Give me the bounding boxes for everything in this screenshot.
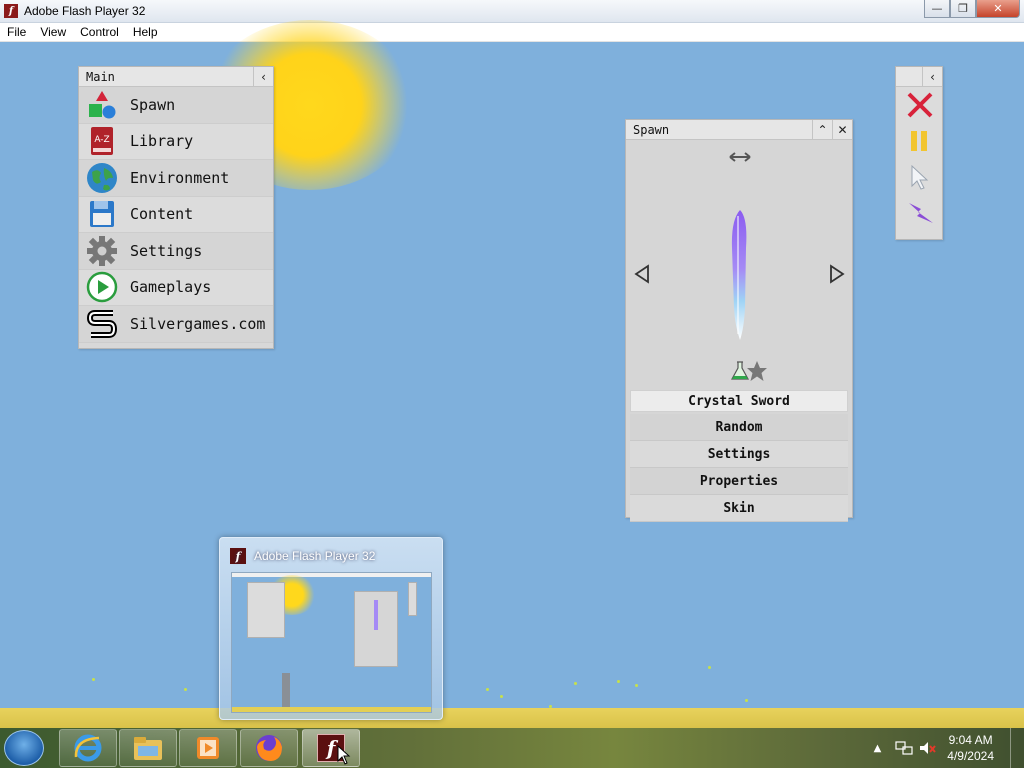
seed <box>745 699 748 702</box>
system-tray: ▲ 9:04 AM 4/9/2024 <box>874 728 1024 768</box>
main-panel-header[interactable]: Main ‹ <box>79 67 273 87</box>
clock[interactable]: 9:04 AM 4/9/2024 <box>947 732 994 764</box>
internet-explorer-icon[interactable] <box>59 729 117 767</box>
menu-item-spawn[interactable]: Spawn <box>79 87 273 124</box>
seed <box>549 705 552 708</box>
maximize-button[interactable]: ❐ <box>950 0 976 18</box>
menu-help[interactable]: Help <box>126 25 165 39</box>
taskbar-thumbnail-preview[interactable]: f Adobe Flash Player 32 <box>219 537 443 720</box>
menu-item-silvergames[interactable]: Silvergames.com <box>79 306 273 343</box>
lightning-icon[interactable] <box>896 195 944 231</box>
collapse-left-icon[interactable]: ‹ <box>922 67 942 86</box>
pause-icon[interactable] <box>896 123 944 159</box>
seed <box>184 688 187 691</box>
spawn-options: Random Settings Properties Skin <box>626 414 852 522</box>
star-icon[interactable] <box>746 360 768 382</box>
close-button[interactable]: ✕ <box>976 0 1020 18</box>
menu-item-label: Content <box>130 205 194 224</box>
skin-button[interactable]: Skin <box>630 495 848 522</box>
window-controls: — ❐ ✕ <box>924 0 1020 18</box>
book-az-icon: A-Z <box>86 125 118 157</box>
menu-item-environment[interactable]: Environment <box>79 160 273 197</box>
collapse-left-icon[interactable]: ‹ <box>253 67 273 86</box>
menu-item-label: Spawn <box>130 95 176 114</box>
spawn-panel-title: Spawn <box>633 122 670 137</box>
menu-item-label: Silvergames.com <box>130 314 266 333</box>
show-hidden-icons-icon[interactable]: ▲ <box>874 743 882 754</box>
prev-arrow-icon[interactable] <box>634 264 650 284</box>
menu-item-content[interactable]: Content <box>79 196 273 233</box>
seed <box>635 684 638 687</box>
seed <box>500 695 503 698</box>
menu-item-settings[interactable]: Settings <box>79 233 273 270</box>
menubar: File View Control Help <box>0 23 1024 42</box>
cursor-icon[interactable] <box>896 159 944 195</box>
clock-date: 4/9/2024 <box>947 749 994 763</box>
main-menu-panel: Main ‹ Spawn A-Z Library Environment Con… <box>78 66 274 349</box>
silvergames-logo-icon <box>86 308 118 340</box>
start-button[interactable] <box>4 730 44 766</box>
menu-item-library[interactable]: A-Z Library <box>79 123 273 160</box>
volume-muted-icon[interactable] <box>919 740 937 756</box>
menu-file[interactable]: File <box>0 25 33 39</box>
random-button[interactable]: Random <box>630 414 848 441</box>
selected-item-name[interactable]: Crystal Sword <box>630 390 848 412</box>
tool-panel-header[interactable]: ‹ <box>896 67 942 87</box>
seed <box>574 682 577 685</box>
swap-arrows-icon[interactable] <box>728 151 752 163</box>
thumbnail-title-text: Adobe Flash Player 32 <box>254 549 376 563</box>
svg-text:A-Z: A-Z <box>94 135 109 145</box>
menu-item-label: Library <box>130 132 194 151</box>
play-icon <box>86 271 118 303</box>
flash-player-icon[interactable]: f <box>302 729 360 767</box>
shapes-icon <box>86 89 118 121</box>
menu-item-label: Settings <box>130 241 203 260</box>
tool-panel: ‹ <box>895 66 943 240</box>
taskbar: f ▲ 9:04 AM 4/9/2024 <box>0 728 1024 768</box>
seed <box>708 666 711 669</box>
close-x-icon[interactable] <box>896 87 944 123</box>
properties-button[interactable]: Properties <box>630 468 848 495</box>
menu-item-label: Environment <box>130 168 230 187</box>
floppy-disk-icon <box>86 198 118 230</box>
minimize-button[interactable]: — <box>924 0 950 18</box>
clock-time: 9:04 AM <box>948 733 993 747</box>
thumbnail-title: f Adobe Flash Player 32 <box>230 548 375 564</box>
file-explorer-icon[interactable] <box>119 729 177 767</box>
globe-icon <box>86 162 118 194</box>
menu-view[interactable]: View <box>33 25 73 39</box>
window-title: Adobe Flash Player 32 <box>24 4 146 18</box>
firefox-icon[interactable] <box>240 729 298 767</box>
crystal-sword-sprite <box>731 210 747 340</box>
show-desktop-button[interactable] <box>1010 728 1024 768</box>
seed <box>92 678 95 681</box>
seed <box>486 688 489 691</box>
main-panel-title: Main <box>86 69 115 84</box>
next-arrow-icon[interactable] <box>829 264 845 284</box>
thumbnail-image <box>231 572 432 713</box>
spawn-panel-header[interactable]: Spawn ⌃ ✕ <box>626 120 852 140</box>
settings-button[interactable]: Settings <box>630 441 848 468</box>
gear-icon <box>86 235 118 267</box>
window-titlebar: f Adobe Flash Player 32 — ❐ ✕ <box>0 0 1024 23</box>
media-player-icon[interactable] <box>179 729 237 767</box>
flash-player-icon: f <box>4 4 18 18</box>
close-icon[interactable]: ✕ <box>832 120 852 139</box>
flash-player-icon: f <box>230 548 246 564</box>
network-icon[interactable] <box>895 740 913 756</box>
menu-item-label: Gameplays <box>130 278 212 297</box>
mouse-cursor-icon <box>337 745 351 765</box>
spawn-panel: Spawn ⌃ ✕ Crystal Sword Random Settings … <box>625 119 853 522</box>
menu-control[interactable]: Control <box>73 25 126 39</box>
chevron-up-icon[interactable]: ⌃ <box>812 120 832 139</box>
item-preview <box>626 140 852 386</box>
seed <box>617 680 620 683</box>
menu-item-gameplays[interactable]: Gameplays <box>79 269 273 306</box>
ground <box>0 708 1024 728</box>
